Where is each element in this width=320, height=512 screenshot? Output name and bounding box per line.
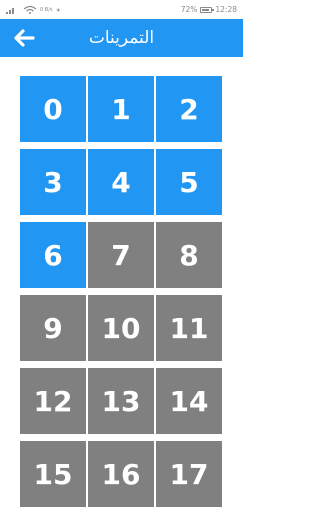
exercise-tile-7[interactable]: 7	[88, 222, 154, 288]
app-bar: التمرينات	[0, 19, 243, 57]
exercise-tile-0[interactable]: 0	[20, 76, 86, 142]
arrow-left-icon[interactable]	[12, 27, 36, 49]
exercise-tile-16[interactable]: 16	[88, 441, 154, 507]
exercise-tile-11[interactable]: 11	[156, 295, 222, 361]
exercise-tile-13[interactable]: 13	[88, 368, 154, 434]
exercise-tile-12[interactable]: 12	[20, 368, 86, 434]
download-icon	[55, 7, 60, 12]
battery-icon	[200, 6, 215, 13]
exercise-tile-2[interactable]: 2	[156, 76, 222, 142]
exercise-tile-6[interactable]: 6	[20, 222, 86, 288]
exercise-tile-1[interactable]: 1	[88, 76, 154, 142]
signal-icon	[6, 7, 14, 14]
exercise-tile-10[interactable]: 10	[88, 295, 154, 361]
status-bar-left: 0 B/s	[6, 5, 64, 14]
exercise-tile-3[interactable]: 3	[20, 149, 86, 215]
exercise-tile-8[interactable]: 8	[156, 222, 222, 288]
clock: 12:28	[215, 5, 237, 14]
status-bar: 0 B/s 72% 12:28	[0, 0, 243, 19]
exercise-tile-9[interactable]: 9	[20, 295, 86, 361]
battery-percent: 72%	[180, 5, 198, 14]
exercise-tile-4[interactable]: 4	[88, 149, 154, 215]
exercise-tile-15[interactable]: 15	[20, 441, 86, 507]
status-bar-right: 72% 12:28	[181, 5, 237, 14]
data-speed: 0 B/s	[40, 6, 53, 13]
wifi-icon	[23, 5, 37, 14]
exercise-tile-17[interactable]: 17	[156, 441, 222, 507]
exercise-tile-5[interactable]: 5	[156, 149, 222, 215]
exercise-tile-14[interactable]: 14	[156, 368, 222, 434]
page-title: التمرينات	[88, 28, 155, 48]
exercise-grid: 0 1 2 3 4 5 6 7 8 9 10 11 12 13 14 15 16 17	[20, 76, 222, 507]
